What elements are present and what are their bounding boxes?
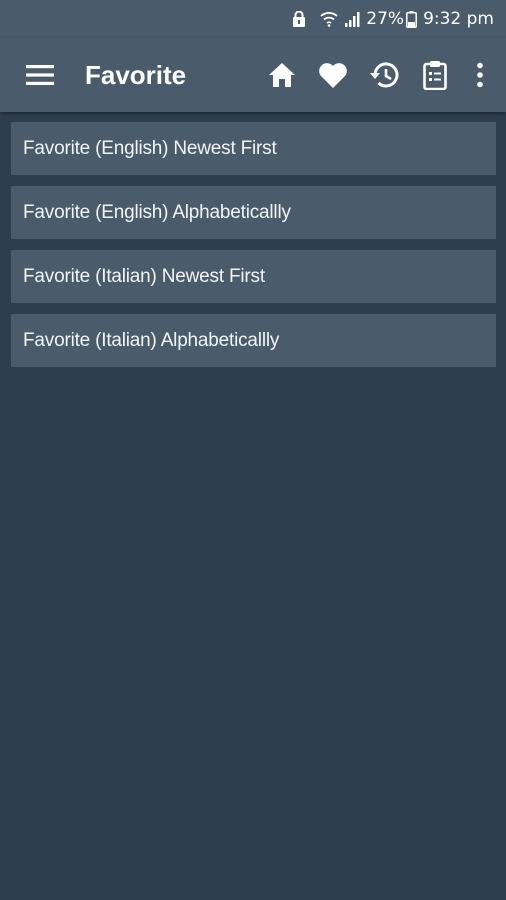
list-item[interactable]: Favorite (Italian) Newest First <box>11 250 496 303</box>
menu-button[interactable] <box>20 55 60 95</box>
history-icon <box>370 62 399 88</box>
list-item[interactable]: Favorite (Italian) Alphabeticallly <box>11 314 496 367</box>
lock-icon <box>292 11 306 27</box>
signal-icon <box>344 11 362 27</box>
app-bar: Favorite <box>0 38 506 112</box>
list-item[interactable]: Favorite (English) Newest First <box>11 122 496 175</box>
favorite-button[interactable] <box>313 55 353 95</box>
history-button[interactable] <box>364 55 404 95</box>
clipboard-button[interactable] <box>415 55 455 95</box>
wifi-icon <box>320 11 338 27</box>
status-bar: 27% 9:32 pm <box>0 0 506 38</box>
more-vert-icon <box>477 62 483 88</box>
battery-percent: 27% <box>366 9 405 29</box>
clipboard-icon <box>423 61 447 90</box>
more-options-button[interactable] <box>466 55 494 95</box>
status-time: 9:32 pm <box>423 9 494 29</box>
menu-icon <box>26 65 54 85</box>
heart-icon <box>319 62 347 88</box>
home-icon <box>269 63 295 87</box>
home-button[interactable] <box>262 55 302 95</box>
page-title: Favorite <box>85 59 187 90</box>
battery-icon <box>406 10 418 28</box>
list-item[interactable]: Favorite (English) Alphabeticallly <box>11 186 496 239</box>
favorite-list: Favorite (English) Newest First Favorite… <box>11 122 496 378</box>
